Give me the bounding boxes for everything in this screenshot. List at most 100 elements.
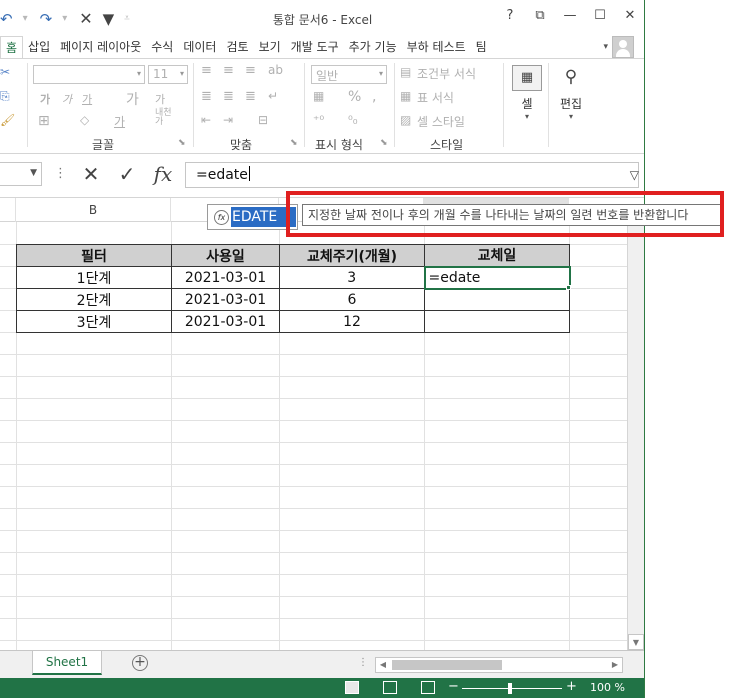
help-button[interactable]: ? [495,8,525,23]
align-right-icon[interactable]: ≣ [245,89,256,104]
horizontal-scrollbar[interactable]: ◀ ▶ [375,657,623,673]
decrease-decimal-icon[interactable]: ⁰₀ [348,113,358,127]
zoom-level[interactable]: 100 % [590,681,625,694]
increase-font-icon[interactable]: 가 [126,89,139,109]
cell[interactable]: 6 [279,288,425,311]
vertical-scrollbar[interactable]: ▼ [627,222,644,650]
tab-split-grip-icon[interactable]: ⋮ [358,657,368,668]
page-break-view-icon[interactable] [421,681,435,694]
borders-icon[interactable]: ⊞ [38,113,50,129]
cell[interactable] [424,310,570,333]
cell[interactable]: 2021-03-01 [171,288,280,311]
minimize-button[interactable]: — [555,8,585,23]
table-format-icon[interactable]: ▦ [400,89,411,103]
page-layout-view-icon[interactable] [383,681,397,694]
copy-icon[interactable]: ⎘ [0,89,10,104]
cell[interactable]: 3단계 [16,310,172,333]
cell-styles-button[interactable]: 셀 스타일 [417,113,465,130]
tab-9[interactable]: 부하 테스트 [402,36,471,58]
tab-6[interactable]: 보기 [254,36,286,58]
header-replace-date[interactable]: 교체일 [424,244,570,267]
fill-handle[interactable] [566,285,571,290]
bold-icon[interactable]: 가 [40,91,50,107]
align-middle-icon[interactable]: ≡ [223,63,234,78]
zoom-slider-thumb[interactable] [508,683,512,694]
worksheet-grid[interactable]: 필터 사용일 교체주기(개월) 교체일 1단계 2021-03-01 3 =ed… [0,222,627,650]
conditional-format-button[interactable]: 조건부 서식 [417,65,476,82]
alignment-dialog-launcher-icon[interactable]: ⬊ [290,138,298,148]
font-name-combobox[interactable]: ▾ [33,65,145,84]
accounting-format-icon[interactable]: ▦ [313,89,324,103]
tab-4[interactable]: 데이터 [178,36,221,58]
format-painter-icon[interactable]: 🖌 [0,113,15,127]
align-top-icon[interactable]: ≡ [201,63,212,78]
zoom-slider[interactable] [462,688,562,689]
tab-3[interactable]: 수식 [146,36,178,58]
underline-icon[interactable]: 가 [82,91,92,107]
scroll-left-icon[interactable]: ◀ [376,658,390,672]
header-cycle-months[interactable]: 교체주기(개월) [279,244,425,267]
sheet-tab-sheet1[interactable]: Sheet1 [32,651,102,675]
tab-2[interactable]: 페이지 레이아웃 [55,36,146,58]
scroll-down-icon[interactable]: ▼ [628,634,644,650]
conditional-format-icon[interactable]: ▤ [400,65,411,79]
fill-color-icon[interactable]: ◇ [80,113,89,127]
cells-button[interactable]: ▦ 셀 ▾ [509,63,545,133]
maximize-icon[interactable]: ☐ [585,8,615,23]
cell[interactable]: 12 [279,310,425,333]
zoom-out-icon[interactable]: − [448,679,459,694]
header-use-date[interactable]: 사용일 [171,244,280,267]
number-format-combobox[interactable]: 일반 ▾ [311,65,387,84]
number-dialog-launcher-icon[interactable]: ⬊ [380,138,388,148]
italic-icon[interactable]: 가 [62,91,72,107]
cell[interactable]: 3 [279,266,425,289]
align-left-icon[interactable]: ≣ [201,89,212,104]
increase-decimal-icon[interactable]: ⁺⁰ [313,113,324,127]
font-dialog-launcher-icon[interactable]: ⬊ [178,138,186,148]
close-button[interactable]: ✕ [615,8,644,23]
header-filter[interactable]: 필터 [16,244,172,267]
insert-function-button[interactable]: fx [150,162,176,188]
editing-button[interactable]: ⚲ 편집 ▾ [553,63,589,133]
cell[interactable]: 2021-03-01 [171,266,280,289]
cell[interactable]: 2단계 [16,288,172,311]
column-header-a[interactable] [0,198,16,222]
cell[interactable]: 1단계 [16,266,172,289]
normal-view-icon[interactable] [345,681,359,694]
tab-7[interactable]: 개발 도구 [286,36,344,58]
font-size-combobox[interactable]: 11 ▾ [148,65,188,84]
align-bottom-icon[interactable]: ≡ [245,63,256,78]
font-color-icon[interactable]: 가 [114,113,125,130]
orientation-icon[interactable]: ab [268,63,283,77]
scroll-thumb[interactable] [392,660,502,670]
expand-formula-bar-icon[interactable]: ▽ [630,168,639,182]
wrap-text-icon[interactable]: ↵ [268,89,278,103]
cell[interactable] [424,288,570,311]
comma-style-icon[interactable]: , [372,89,376,105]
formula-input[interactable]: =edate [185,162,639,188]
tab-5[interactable]: 검토 [221,36,253,58]
user-avatar[interactable] [612,36,634,58]
tab-1[interactable]: 삽입 [23,36,55,58]
cell-styles-icon[interactable]: ▨ [400,113,411,127]
merge-center-icon[interactable]: ⊟ [258,113,268,127]
name-box[interactable]: ▼ [0,162,42,186]
decrease-indent-icon[interactable]: ⇤ [201,113,211,127]
phonetic-icon[interactable]: 내천 가 [155,109,172,127]
tab-10[interactable]: 팀 [471,36,492,58]
tab-8[interactable]: 추가 기능 [344,36,402,58]
scroll-right-icon[interactable]: ▶ [608,658,622,672]
enter-button[interactable]: ✓ [114,162,140,188]
active-cell[interactable]: =edate [423,265,571,290]
table-format-button[interactable]: 표 서식 [417,89,454,106]
cancel-entry-button[interactable]: ✕ [78,162,104,188]
zoom-in-icon[interactable]: + [566,679,577,694]
cut-icon[interactable]: ✂ [0,65,10,79]
tab-0[interactable]: 홈 [0,36,24,58]
cell[interactable]: 2021-03-01 [171,310,280,333]
column-header-b[interactable]: B [16,198,171,222]
percent-style-icon[interactable]: % [348,89,361,105]
align-center-icon[interactable]: ≣ [223,89,234,104]
ribbon-display-options-icon[interactable]: ⧉ [525,8,555,23]
collapse-ribbon-icon[interactable]: ▾ [603,42,608,52]
